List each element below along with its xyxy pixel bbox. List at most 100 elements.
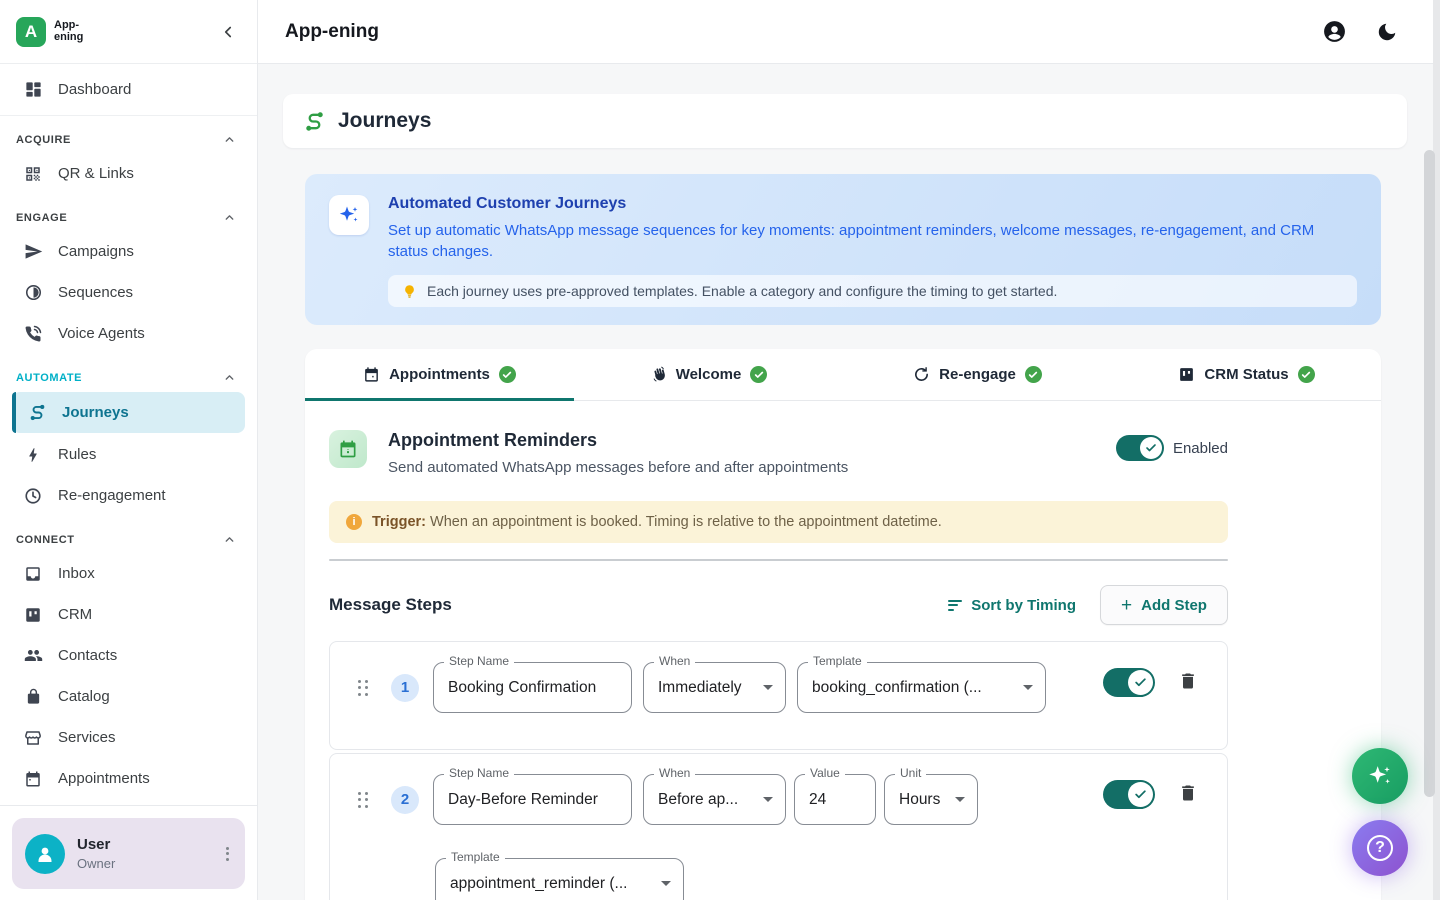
sidebar-item-qr-links[interactable]: QR & Links: [0, 153, 257, 194]
sidebar-item-contacts[interactable]: Contacts: [0, 635, 257, 676]
sidebar-item-label: Journeys: [62, 404, 129, 421]
section-divider: [329, 559, 1228, 561]
sidebar-section-acquire[interactable]: ACQUIRE: [0, 116, 257, 153]
question-icon: ?: [1367, 835, 1393, 861]
step-name-input[interactable]: Step Name Booking Confirmation: [433, 662, 632, 713]
moon-icon[interactable]: [1376, 21, 1398, 43]
sidebar-item-label: Sequences: [58, 284, 133, 301]
account-circle-icon[interactable]: [1322, 19, 1347, 44]
bolt-icon: [23, 445, 43, 465]
sidebar-item-label: Contacts: [58, 647, 117, 664]
sidebar-section-engage[interactable]: ENGAGE: [0, 194, 257, 231]
sort-label: Sort by Timing: [971, 597, 1076, 614]
tab-label: Appointments: [389, 366, 490, 383]
scrollbar-thumb[interactable]: [1424, 150, 1435, 797]
trigger-body: When an appointment is booked. Timing is…: [430, 514, 942, 530]
user-meta: User Owner: [77, 836, 115, 871]
help-fab[interactable]: ?: [1352, 820, 1408, 876]
reminders-titles: Appointment Reminders Send automated Wha…: [388, 430, 848, 476]
sort-by-timing-button[interactable]: Sort by Timing: [948, 597, 1076, 614]
step-name-input[interactable]: Step Name Day-Before Reminder: [433, 774, 632, 825]
section-title: CONNECT: [16, 534, 75, 546]
sidebar-item-label: Appointments: [58, 770, 150, 787]
delete-step-button[interactable]: [1178, 783, 1198, 803]
sidebar-item-dashboard[interactable]: Dashboard: [0, 69, 257, 110]
drag-handle-icon[interactable]: [358, 792, 368, 808]
step-2-main-row: 2 Step Name Day-Before Reminder When Bef…: [330, 774, 1227, 825]
sidebar-collapse-button[interactable]: [219, 23, 237, 41]
sidebar-section-connect[interactable]: CONNECT: [0, 516, 257, 553]
check-badge-icon: [1298, 366, 1315, 383]
sidebar-item-crm[interactable]: CRM: [0, 594, 257, 635]
send-icon: [23, 242, 43, 262]
info-banner: Automated Customer Journeys Set up autom…: [305, 174, 1381, 325]
sidebar-item-services[interactable]: Services: [0, 717, 257, 758]
toggle-check-icon: [1140, 437, 1162, 459]
banner-tip: Each journey uses pre-approved templates…: [388, 275, 1357, 307]
step-number-badge: 2: [391, 786, 419, 814]
unit-select[interactable]: Unit Hours: [884, 774, 978, 825]
reminders-title: Appointment Reminders: [388, 430, 848, 451]
when-select[interactable]: When Before ap...: [643, 774, 786, 825]
chevron-down-icon: [955, 797, 965, 802]
template-select[interactable]: Template booking_confirmation (...: [797, 662, 1046, 713]
sidebar-item-re-engagement[interactable]: Re-engagement: [0, 475, 257, 516]
banner-body: Automated Customer Journeys Set up autom…: [388, 195, 1357, 304]
add-step-button[interactable]: + Add Step: [1100, 585, 1228, 625]
step-1-toggle[interactable]: [1103, 668, 1155, 697]
sidebar-item-voice-agents[interactable]: Voice Agents: [0, 313, 257, 354]
step-name-label: Step Name: [444, 654, 514, 668]
user-role: Owner: [77, 856, 115, 871]
step-2-toggle[interactable]: [1103, 780, 1155, 809]
sidebar-item-journeys[interactable]: Journeys: [12, 392, 245, 433]
template-select[interactable]: Template appointment_reminder (...: [435, 858, 684, 900]
sidebar-item-appointments[interactable]: Appointments: [0, 758, 257, 799]
sidebar-item-inbox[interactable]: Inbox: [0, 553, 257, 594]
value-label: Value: [805, 766, 845, 780]
tab-re-engage[interactable]: Re-engage: [843, 349, 1112, 400]
page-title: Journeys: [338, 109, 431, 133]
drag-handle-icon[interactable]: [358, 680, 368, 696]
topbar-title: App-ening: [285, 21, 379, 43]
user-menu-kebab-icon[interactable]: [222, 840, 233, 867]
reminders-enabled-toggle[interactable]: [1116, 435, 1164, 461]
when-label: When: [654, 766, 695, 780]
sort-icon: [948, 597, 962, 613]
route-icon: [303, 110, 326, 133]
value-input[interactable]: Value 24: [794, 774, 876, 825]
calendar-icon: [23, 769, 43, 789]
step-2-template-row: Template appointment_reminder (...: [330, 858, 1227, 900]
toggle-check-icon: [1128, 782, 1153, 807]
banner-title: Automated Customer Journeys: [388, 195, 1357, 213]
toggle-check-icon: [1128, 670, 1153, 695]
tab-welcome[interactable]: Welcome: [574, 349, 843, 400]
sequence-icon: [23, 283, 43, 303]
sidebar-section-automate[interactable]: AUTOMATE: [0, 354, 257, 391]
plus-icon: +: [1121, 596, 1132, 615]
sidebar-item-campaigns[interactable]: Campaigns: [0, 231, 257, 272]
check-badge-icon: [499, 366, 516, 383]
kanban-icon: [1178, 366, 1195, 383]
bulb-icon: [402, 284, 417, 299]
tab-appointments[interactable]: Appointments: [305, 349, 574, 400]
sidebar-header: A App- ening: [0, 0, 257, 64]
topbar-icons: [1322, 19, 1398, 44]
calendar-icon: [363, 366, 380, 383]
when-select[interactable]: When Immediately: [643, 662, 786, 713]
sidebar-item-label: Services: [58, 729, 116, 746]
dashboard-icon: [23, 80, 43, 100]
sidebar-item-label: Rules: [58, 446, 96, 463]
section-title: AUTOMATE: [16, 372, 82, 384]
sparkles-icon: [1366, 762, 1394, 790]
banner-tip-text: Each journey uses pre-approved templates…: [427, 283, 1057, 299]
tab-crm-status[interactable]: CRM Status: [1112, 349, 1381, 400]
delete-step-button[interactable]: [1178, 671, 1198, 691]
user-card[interactable]: User Owner: [12, 818, 245, 889]
sidebar-item-label: Re-engagement: [58, 487, 166, 504]
sidebar-item-catalog[interactable]: Catalog: [0, 676, 257, 717]
sidebar-item-rules[interactable]: Rules: [0, 434, 257, 475]
ai-assistant-fab[interactable]: [1352, 748, 1408, 804]
sidebar-item-label: Campaigns: [58, 243, 134, 260]
trigger-bold: Trigger:: [372, 514, 426, 530]
sidebar-item-sequences[interactable]: Sequences: [0, 272, 257, 313]
